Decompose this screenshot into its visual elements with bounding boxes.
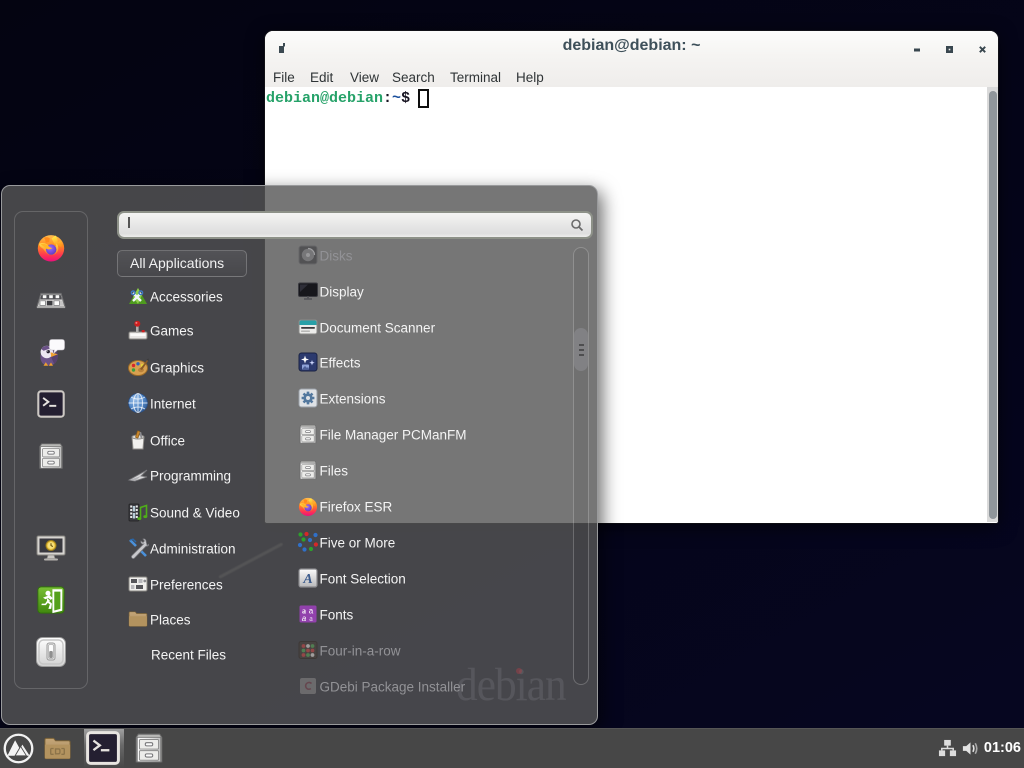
- svg-text:A: A: [302, 572, 312, 587]
- svg-text:a: a: [302, 614, 307, 623]
- svg-text:a: a: [309, 614, 313, 623]
